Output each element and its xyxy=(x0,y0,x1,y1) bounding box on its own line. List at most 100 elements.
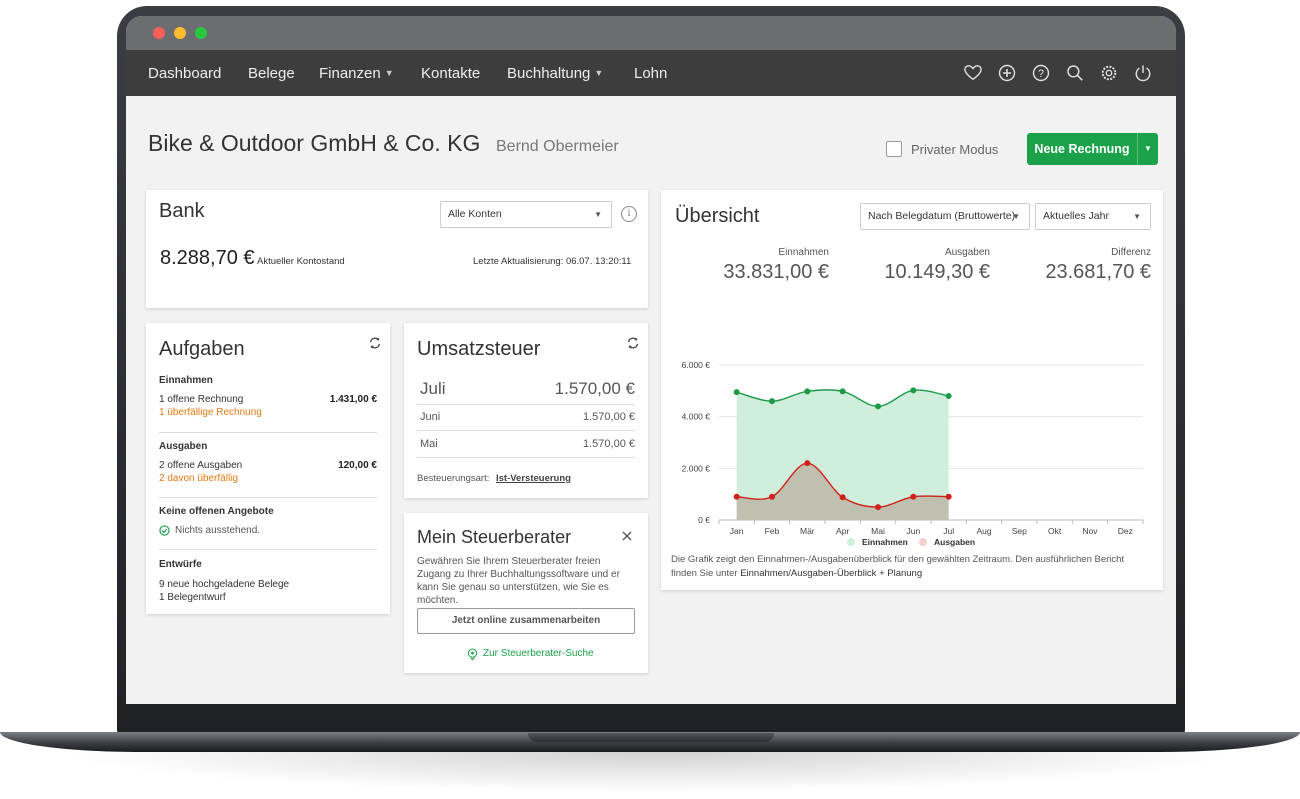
nav-item-belege[interactable]: Belege xyxy=(248,65,295,82)
collaborate-button[interactable]: Jetzt online zusammenarbeiten xyxy=(417,608,635,634)
date-basis-value: Nach Belegdatum (Bruttowerte) xyxy=(868,210,1016,222)
expenses-legend-dot xyxy=(919,538,927,546)
vat-title: Umsatzsteuer xyxy=(417,338,541,360)
tax-type-label: Besteuerungsart: xyxy=(417,473,490,484)
income-point xyxy=(945,393,952,399)
heart-icon[interactable] xyxy=(964,64,982,82)
maximize-window-button[interactable] xyxy=(195,27,207,39)
plus-circle-icon[interactable] xyxy=(998,64,1016,82)
income-point xyxy=(839,388,846,395)
vat-month: Juli xyxy=(420,379,446,398)
task-open-expenses-amount: 120,00 € xyxy=(338,460,377,471)
chart-note-link[interactable]: Einnahmen/Ausgaben-Überblick + Planung xyxy=(740,568,922,579)
vat-row[interactable]: Juli 1.570,00 € xyxy=(417,376,635,405)
nav-item-buchhaltung[interactable]: Buchhaltung ▼ xyxy=(507,65,603,82)
laptop-notch xyxy=(528,733,774,742)
advisor-card: Mein Steuerberater Gewähren Sie Ihrem St… xyxy=(404,513,648,673)
info-icon[interactable]: i xyxy=(621,206,637,222)
y-tick-label: 6.000 € xyxy=(682,360,711,370)
expenses-label: Ausgaben xyxy=(944,247,990,258)
chevron-down-icon: ▼ xyxy=(384,68,394,78)
chevron-down-icon: ▼ xyxy=(1133,212,1141,221)
overview-title: Übersicht xyxy=(675,205,760,227)
expenses-point xyxy=(804,460,811,467)
nav-item-dashboard[interactable]: Dashboard xyxy=(148,65,221,82)
expenses-point xyxy=(769,493,775,500)
task-open-invoice[interactable]: 1 offene Rechnung xyxy=(159,394,243,405)
advisor-text: Gewähren Sie Ihrem Steuerberater freien … xyxy=(417,556,620,606)
location-pin-icon xyxy=(467,648,478,660)
new-invoice-button[interactable]: Neue Rechnung xyxy=(1027,133,1137,165)
vat-row[interactable]: Juni 1.570,00 € xyxy=(417,405,635,431)
private-mode-checkbox[interactable] xyxy=(886,141,902,157)
bank-balance: 8.288,70 € xyxy=(160,247,255,269)
period-select[interactable]: Aktuelles Jahr ▼ xyxy=(1035,203,1151,230)
x-tick-label: Dez xyxy=(1118,526,1133,536)
advisor-search-link[interactable]: Zur Steuerberater-Suche xyxy=(483,648,594,659)
search-icon[interactable] xyxy=(1066,64,1084,82)
app-screen: Dashboard Belege Finanzen ▼ Kontakte Buch… xyxy=(126,16,1176,704)
x-tick-label: Jul xyxy=(943,526,954,536)
nav-item-kontakte[interactable]: Kontakte xyxy=(421,65,480,82)
divider xyxy=(159,432,377,433)
close-window-button[interactable] xyxy=(153,27,165,39)
vat-card: Umsatzsteuer Juli 1.570,00 € Juni 1.570,… xyxy=(404,323,648,498)
income-point xyxy=(875,403,881,410)
expenses-point xyxy=(875,504,881,511)
chevron-down-icon: ▼ xyxy=(594,68,604,78)
nav-item-lohn[interactable]: Lohn xyxy=(634,65,667,82)
help-icon[interactable]: ? xyxy=(1032,64,1050,82)
x-tick-label: Apr xyxy=(836,526,849,536)
income-legend-dot xyxy=(847,538,855,546)
income-point xyxy=(910,387,917,394)
close-icon[interactable] xyxy=(622,531,632,541)
tasks-offers-status: Nichts ausstehend. xyxy=(175,525,261,536)
nav-item-finanzen[interactable]: Finanzen ▼ xyxy=(319,65,394,82)
vat-amount: 1.570,00 € xyxy=(583,438,635,450)
x-tick-label: Nov xyxy=(1082,526,1098,536)
task-overdue-invoice[interactable]: 1 überfällige Rechnung xyxy=(159,407,262,418)
nav-label: Dashboard xyxy=(148,65,222,82)
task-open-invoice-amount: 1.431,00 € xyxy=(329,394,377,405)
chevron-down-icon: ▼ xyxy=(1012,212,1020,221)
expenses-point xyxy=(945,493,952,500)
tax-type-link[interactable]: Ist-Versteuerung xyxy=(496,473,571,484)
vat-row[interactable]: Mai 1.570,00 € xyxy=(417,431,635,458)
bank-card: Bank Alle Konten ▼ i 8.288,70 € Aktueller… xyxy=(146,190,648,308)
main-nav: Dashboard Belege Finanzen ▼ Kontakte Buch… xyxy=(126,50,1176,96)
minimize-window-button[interactable] xyxy=(174,27,186,39)
expenses-point xyxy=(839,494,846,501)
task-open-expenses[interactable]: 2 offene Ausgaben xyxy=(159,460,242,471)
task-receipt-draft[interactable]: 1 Belegentwurf xyxy=(159,592,226,603)
income-value: 33.831,00 € xyxy=(723,261,829,283)
account-select[interactable]: Alle Konten ▼ xyxy=(440,201,612,228)
chart-note: Die Grafik zeigt den Einnahmen-/Ausgaben… xyxy=(671,553,1151,580)
nav-label: Lohn xyxy=(634,65,668,82)
date-basis-select[interactable]: Nach Belegdatum (Bruttowerte) ▼ xyxy=(860,203,1030,230)
bank-title: Bank xyxy=(159,200,205,222)
tasks-drafts-heading: Entwürfe xyxy=(159,559,202,570)
task-overdue-expenses[interactable]: 2 davon überfällig xyxy=(159,473,238,484)
refresh-icon[interactable] xyxy=(626,336,640,350)
y-tick-label: 2.000 € xyxy=(682,463,711,473)
caret-down-icon: ▼ xyxy=(1144,144,1152,153)
settings-icon[interactable] xyxy=(1100,64,1118,82)
vat-amount: 1.570,00 € xyxy=(583,411,635,423)
power-icon[interactable] xyxy=(1134,64,1152,82)
nav-label: Finanzen xyxy=(319,65,381,82)
x-tick-label: Aug xyxy=(976,526,991,536)
new-invoice-dropdown-button[interactable]: ▼ xyxy=(1137,133,1158,165)
svg-text:?: ? xyxy=(1038,68,1044,80)
expenses-legend-label: Ausgaben xyxy=(934,537,975,547)
overview-card: Übersicht Nach Belegdatum (Bruttowerte) ▼… xyxy=(661,190,1163,590)
nav-label: Belege xyxy=(248,65,295,82)
x-tick-label: Sep xyxy=(1012,526,1027,536)
refresh-icon[interactable] xyxy=(368,336,382,350)
income-expenses-chart: 6.000 € 4.000 € 2.000 € 0 € Jan Feb Mär Apr Mai J… xyxy=(682,360,1144,547)
tasks-income-heading: Einnahmen xyxy=(159,375,213,386)
expenses-point xyxy=(733,493,740,500)
tasks-card: Aufgaben Einnahmen 1 offene Rechnung 1.4… xyxy=(146,323,390,614)
task-uploaded-receipts[interactable]: 9 neue hochgeladene Belege xyxy=(159,579,289,590)
income-point xyxy=(733,389,740,396)
check-circle-icon xyxy=(159,525,170,536)
